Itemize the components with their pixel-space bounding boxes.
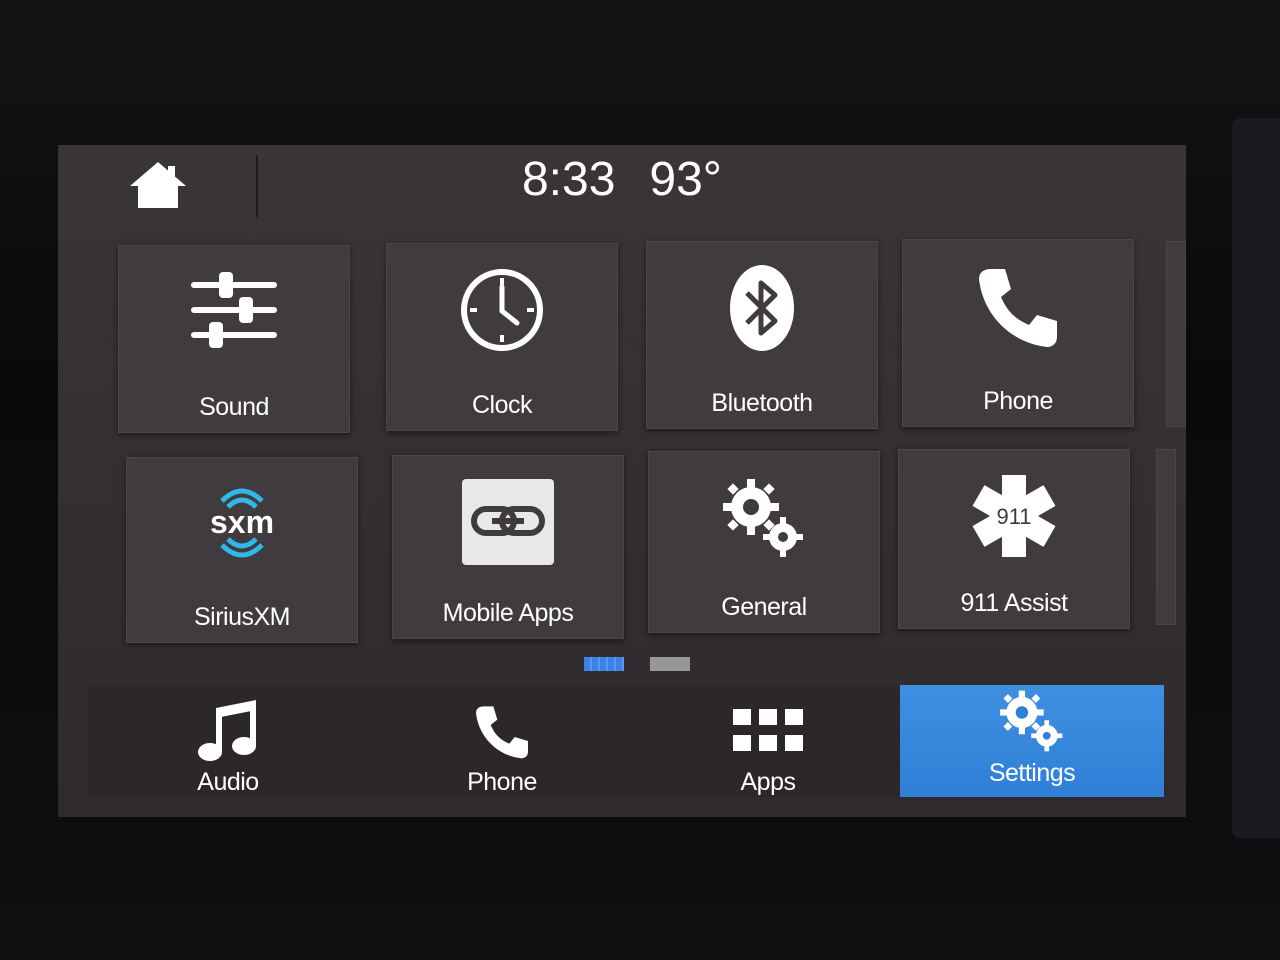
gears-icon: [723, 479, 803, 557]
bottom-navigation-bar: Audio Phone Apps Settings: [88, 685, 1164, 797]
911-badge-text: 911: [996, 504, 1031, 529]
next-page-tile-peek[interactable]: [1156, 449, 1176, 625]
tile-bluetooth[interactable]: Bluetooth: [646, 241, 878, 429]
sxm-logo-text: sxm: [210, 504, 274, 540]
tile-phone[interactable]: Phone: [902, 239, 1134, 427]
page-indicator-inactive[interactable]: [650, 657, 690, 671]
tile-label: SiriusXM: [193, 603, 291, 631]
status-bar: 8:33 93°: [58, 149, 1186, 211]
tile-mobile-apps[interactable]: Mobile Apps: [392, 455, 624, 639]
tile-label: Bluetooth: [711, 389, 813, 417]
nav-label: Audio: [197, 768, 259, 796]
next-page-tile-peek[interactable]: [1166, 241, 1186, 427]
tile-label: Phone: [983, 387, 1053, 415]
gears-icon: [1000, 690, 1063, 752]
clock-time[interactable]: 8:33: [522, 149, 615, 211]
nav-apps[interactable]: Apps: [636, 685, 900, 797]
tile-general[interactable]: General: [648, 451, 880, 633]
siriusxm-logo: sxm: [210, 488, 274, 558]
phone-icon: [476, 705, 528, 758]
star-of-life-icon: 911: [972, 475, 1056, 557]
infotainment-screen: 8:33 93° Sound Clock Bluetooth Phone sxm…: [58, 145, 1186, 817]
bluetooth-icon: [730, 265, 794, 351]
phone-icon: [979, 269, 1057, 347]
tile-label: 911 Assist: [960, 589, 1068, 617]
link-icon: [462, 479, 554, 565]
tile-label: Mobile Apps: [442, 599, 574, 627]
nav-label: Apps: [740, 768, 796, 796]
bezel-side-panel: [1232, 118, 1280, 838]
tile-911-assist[interactable]: 911 911 Assist: [898, 449, 1130, 629]
tile-clock[interactable]: Clock: [386, 243, 618, 431]
tile-label: Clock: [471, 391, 533, 419]
outside-temperature: 93°: [649, 153, 722, 206]
tile-label: Sound: [199, 393, 269, 421]
nav-label: Settings: [988, 759, 1076, 787]
music-note-icon: [198, 699, 256, 761]
nav-phone[interactable]: Phone: [368, 685, 636, 797]
clock-icon: [461, 269, 543, 351]
nav-audio[interactable]: Audio: [88, 685, 368, 797]
tile-label: General: [721, 593, 807, 621]
tile-sound[interactable]: Sound: [118, 245, 350, 433]
grid-icon: [733, 708, 803, 751]
sliders-icon: [191, 272, 277, 348]
nav-settings[interactable]: Settings: [900, 685, 1164, 797]
tile-siriusxm[interactable]: sxm SiriusXM: [126, 457, 358, 643]
nav-label: Phone: [467, 768, 537, 796]
page-indicator-active[interactable]: [584, 657, 624, 671]
